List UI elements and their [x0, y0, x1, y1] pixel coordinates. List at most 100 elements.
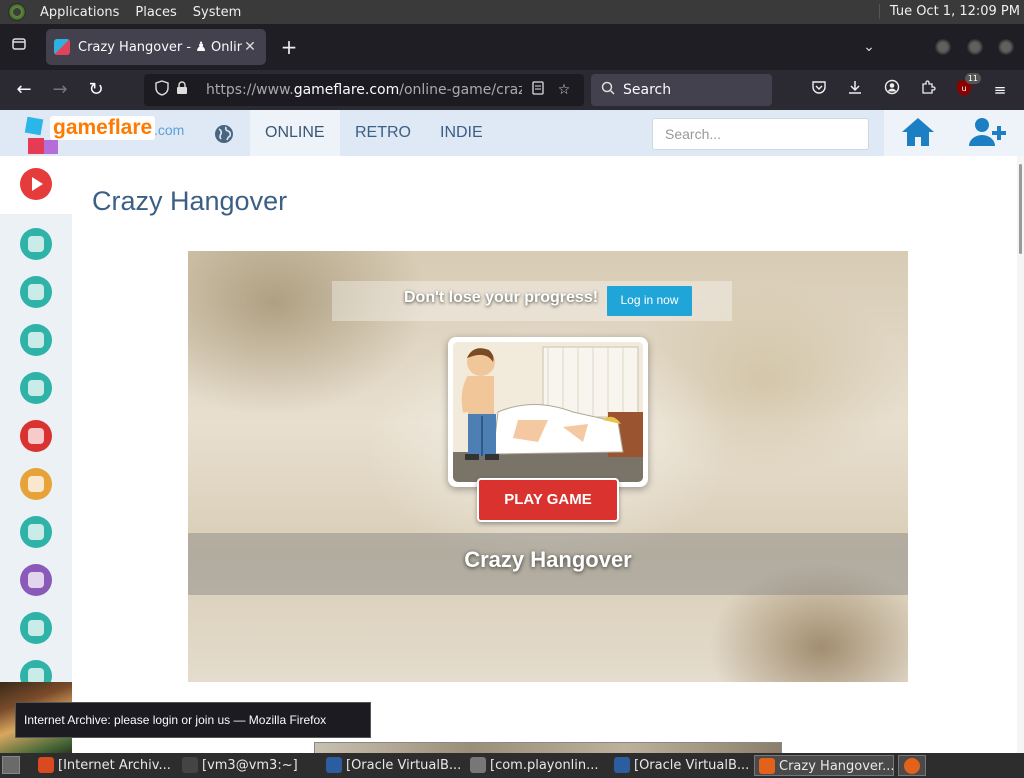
- firefox-search-box[interactable]: Search: [591, 74, 772, 106]
- lock-icon[interactable]: [172, 81, 192, 99]
- logo-cube-red: [28, 138, 44, 154]
- menu-places[interactable]: Places: [127, 5, 184, 20]
- taskbar-item[interactable]: [Oracle VirtualB...: [322, 755, 462, 776]
- hamburger-menu-icon[interactable]: ≡: [989, 79, 1011, 101]
- taskbar-item[interactable]: [Oracle VirtualB...: [610, 755, 750, 776]
- logo-word: gameflare: [50, 116, 156, 140]
- category-fantasy-icon[interactable]: [20, 564, 52, 596]
- reader-view-icon[interactable]: [528, 81, 548, 99]
- new-tab-icon[interactable]: +: [278, 36, 300, 58]
- nav-online[interactable]: ONLINE: [250, 110, 340, 156]
- category-car-icon[interactable]: [20, 324, 52, 356]
- url-prefix: https://www.: [206, 82, 294, 98]
- window-tooltip: Internet Archive: please login or join u…: [15, 702, 371, 738]
- taskbar-app-icon: [759, 758, 775, 774]
- minimize-window-button[interactable]: [935, 39, 951, 55]
- close-window-button[interactable]: [998, 39, 1014, 55]
- category-sidebar: [0, 156, 72, 692]
- ublock-extension-icon[interactable]: u 11: [953, 73, 981, 101]
- category-puzzle-glyph: [28, 620, 44, 636]
- url-domain: gameflare.com: [293, 82, 400, 98]
- show-desktop-icon[interactable]: [2, 756, 20, 774]
- navigation-toolbar: ← → ↻ https://www.gameflare.com/online-g…: [0, 70, 1024, 110]
- scrollbar-thumb[interactable]: [1019, 164, 1022, 254]
- tab-close-icon[interactable]: ✕: [242, 39, 258, 55]
- category-clown-glyph: [28, 428, 44, 444]
- category-monkey-glyph: [28, 476, 44, 492]
- taskbar-item[interactable]: Crazy Hangover...: [754, 755, 894, 776]
- taskbar-item[interactable]: [Internet Archiv...: [34, 755, 174, 776]
- site-search-input[interactable]: Search...: [652, 118, 869, 150]
- taskbar-item-label: [Oracle VirtualB...: [346, 758, 462, 773]
- game-thumbnail-art: [453, 342, 643, 482]
- system-panel: Applications Places System Tue Oct 1, 12…: [0, 0, 1024, 24]
- category-car-glyph: [28, 332, 44, 348]
- page-scrollbar[interactable]: [1017, 156, 1024, 753]
- logo-cube-blue: [24, 116, 44, 136]
- header-actions: [884, 110, 1024, 156]
- menu-applications[interactable]: Applications: [32, 5, 127, 20]
- pocket-icon[interactable]: [808, 79, 830, 101]
- tab-title: Crazy Hangover - ♟ Online: [78, 39, 242, 55]
- url-text[interactable]: https://www.gameflare.com/online-game/cr…: [206, 82, 522, 98]
- url-bar[interactable]: https://www.gameflare.com/online-game/cr…: [144, 74, 584, 106]
- tab-crazy-hangover[interactable]: Crazy Hangover - ♟ Online ✕: [46, 29, 266, 65]
- gameflare-favicon-icon: [54, 39, 70, 55]
- category-gamepad-icon[interactable]: [20, 372, 52, 404]
- globe-icon[interactable]: [214, 124, 234, 144]
- category-penguin-glyph: [28, 284, 44, 300]
- taskbar: [Internet Archiv... [vm3@vm3:~] [Oracle Vi…: [0, 753, 1024, 778]
- taskbar-item[interactable]: [com.playonlin...: [466, 755, 606, 776]
- taskbar-item-label: [Oracle VirtualB...: [634, 758, 750, 773]
- downloads-icon[interactable]: [844, 79, 866, 101]
- list-all-tabs-icon[interactable]: ⌄: [858, 36, 880, 58]
- nav-retro[interactable]: RETRO: [340, 110, 426, 156]
- play-game-button[interactable]: PLAY GAME: [477, 478, 619, 522]
- taskbar-app-icon: [38, 757, 54, 773]
- forward-arrow-icon[interactable]: →: [48, 78, 72, 102]
- applications-icon[interactable]: [8, 3, 26, 21]
- logo-tld: .com: [154, 122, 185, 138]
- site-header: gameflare .com ONLINE RETRO INDIE Search…: [0, 110, 1024, 156]
- account-icon[interactable]: [881, 79, 903, 101]
- login-now-button[interactable]: Log in now: [607, 286, 692, 316]
- category-multiplayer-glyph: [28, 524, 44, 540]
- tracking-shield-icon[interactable]: [152, 80, 172, 100]
- category-clown-icon[interactable]: [20, 420, 52, 452]
- register-user-plus-icon[interactable]: [968, 116, 1008, 150]
- category-monkey-icon[interactable]: [20, 468, 52, 500]
- category-penguin-icon[interactable]: [20, 276, 52, 308]
- taskbar-item[interactable]: [vm3@vm3:~]: [178, 755, 318, 776]
- logo-cube-purple: [44, 140, 58, 154]
- game-thumbnail[interactable]: [448, 337, 648, 487]
- url-path: /online-game/crazy-h: [399, 82, 522, 98]
- category-puzzle-icon[interactable]: [20, 612, 52, 644]
- back-arrow-icon[interactable]: ←: [12, 78, 36, 102]
- category-3d-icon[interactable]: [20, 228, 52, 260]
- firefox-icon: [904, 758, 920, 774]
- taskbar-item-label: [Internet Archiv...: [58, 758, 171, 773]
- taskbar-app-icon: [326, 757, 342, 773]
- taskbar-item-label: [com.playonlin...: [490, 758, 599, 773]
- sidebar-play-icon[interactable]: [20, 168, 52, 200]
- taskbar-app-icon: [182, 757, 198, 773]
- firefox-launcher-icon[interactable]: [898, 755, 926, 776]
- reload-icon[interactable]: ↻: [84, 78, 108, 102]
- taskbar-app-icon: [470, 757, 486, 773]
- gameflare-logo[interactable]: gameflare .com: [24, 114, 190, 154]
- category-fantasy-glyph: [28, 572, 44, 588]
- home-icon[interactable]: [900, 116, 940, 150]
- search-icon: [601, 81, 615, 99]
- nav-indie[interactable]: INDIE: [425, 110, 498, 156]
- maximize-window-button[interactable]: [967, 39, 983, 55]
- tab-list-icon[interactable]: [8, 36, 30, 58]
- menu-system[interactable]: System: [185, 5, 249, 20]
- panel-clock[interactable]: Tue Oct 1, 12:09 PM: [878, 4, 1020, 19]
- svg-text:u: u: [961, 84, 966, 93]
- extensions-puzzle-icon[interactable]: [917, 79, 939, 101]
- search-placeholder: Search: [623, 82, 672, 98]
- progress-text: Don't lose your progress!: [404, 289, 599, 306]
- bookmark-star-icon[interactable]: ☆: [554, 82, 574, 98]
- category-multiplayer-icon[interactable]: [20, 516, 52, 548]
- taskbar-item-label: [vm3@vm3:~]: [202, 758, 298, 773]
